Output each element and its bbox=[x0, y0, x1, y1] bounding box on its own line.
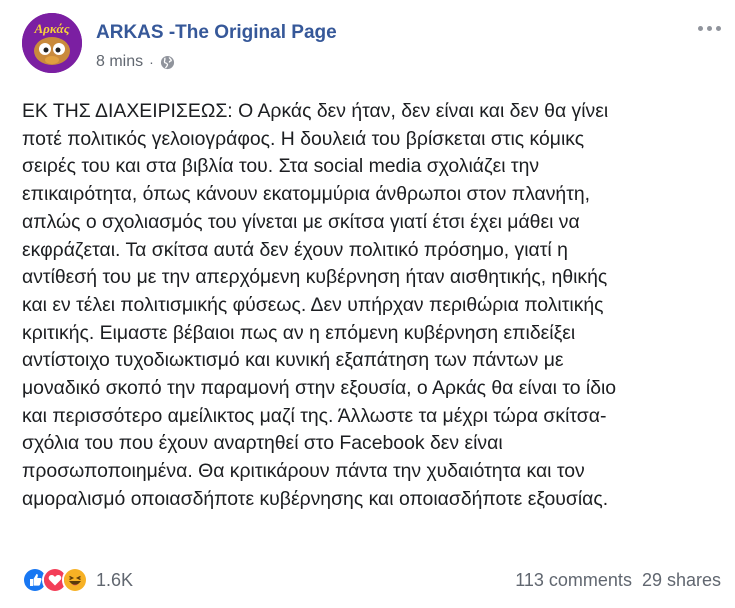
post-timestamp[interactable]: 8 mins bbox=[96, 53, 143, 71]
globe-icon[interactable] bbox=[160, 55, 175, 70]
shares-count-link[interactable]: 29 shares bbox=[642, 570, 721, 591]
reaction-count: 1.6K bbox=[96, 569, 134, 590]
page-avatar[interactable]: Αρκάς bbox=[22, 13, 82, 73]
post-meta: 8 mins · bbox=[96, 53, 175, 71]
post-body-text: ΕΚ ΤΗΣ ΔΙΑΧΕΙΡΙΣΕΩΣ: Ο Αρκάς δεν ήταν, δ… bbox=[22, 100, 617, 510]
engagement-stats: 113 comments 29 shares bbox=[515, 570, 721, 591]
comments-count-link[interactable]: 113 comments bbox=[515, 570, 632, 591]
post-options-button[interactable] bbox=[698, 26, 721, 31]
more-dot-icon bbox=[707, 26, 712, 31]
reactions-summary[interactable]: 1.6K bbox=[22, 567, 133, 593]
more-dot-icon bbox=[698, 26, 703, 31]
avatar-logo-text: Αρκάς bbox=[34, 21, 70, 36]
post-footer: 1.6K 113 comments 29 shares bbox=[22, 566, 721, 594]
page-name-link[interactable]: ARKAS -The Original Page bbox=[96, 22, 337, 44]
meta-separator: · bbox=[149, 54, 154, 70]
post-card: Αρκάς ARKAS -The Original Page 8 mins · … bbox=[0, 0, 735, 608]
more-dot-icon bbox=[716, 26, 721, 31]
avatar-logo-icon: Αρκάς bbox=[22, 13, 82, 73]
haha-icon bbox=[62, 567, 88, 593]
